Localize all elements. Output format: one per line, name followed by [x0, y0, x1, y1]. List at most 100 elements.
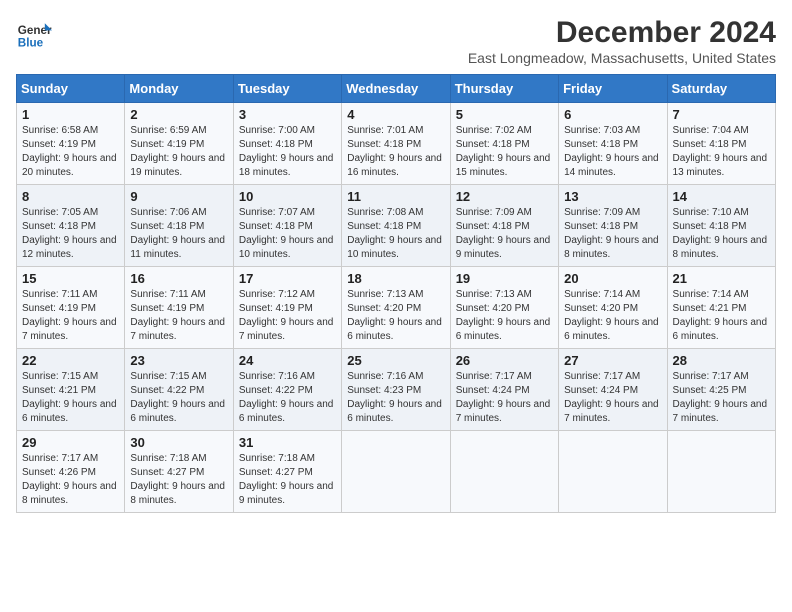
day-number: 21 — [673, 271, 770, 286]
day-info: Sunrise: 7:18 AMSunset: 4:27 PMDaylight:… — [239, 452, 336, 508]
title-area: December 2024 East Longmeadow, Massachus… — [468, 16, 776, 66]
calendar-cell: 10Sunrise: 7:07 AMSunset: 4:18 PMDayligh… — [233, 185, 341, 267]
calendar-cell — [450, 431, 558, 513]
day-info: Sunrise: 6:58 AMSunset: 4:19 PMDaylight:… — [22, 124, 119, 180]
day-info: Sunrise: 7:13 AMSunset: 4:20 PMDaylight:… — [347, 288, 444, 344]
calendar-cell: 15 Sunrise: 7:11 AMSunset: 4:19 PMDayligh… — [17, 267, 125, 349]
calendar-cell: 20 Sunrise: 7:14 AMSunset: 4:20 PMDayligh… — [559, 267, 667, 349]
column-header-sunday: Sunday — [17, 75, 125, 103]
day-info: Sunrise: 7:16 AMSunset: 4:22 PMDaylight:… — [239, 370, 336, 426]
column-header-monday: Monday — [125, 75, 233, 103]
day-number: 2 — [130, 107, 227, 122]
day-info: Sunrise: 7:11 AMSunset: 4:19 PMDaylight:… — [130, 288, 227, 344]
day-info: Sunrise: 7:10 AMSunset: 4:18 PMDaylight:… — [673, 206, 770, 262]
logo-icon: General Blue — [16, 16, 52, 52]
day-number: 20 — [564, 271, 661, 286]
calendar-cell: 4Sunrise: 7:01 AMSunset: 4:18 PMDaylight… — [342, 103, 450, 185]
day-number: 7 — [673, 107, 770, 122]
calendar-cell: 29Sunrise: 7:17 AMSunset: 4:26 PMDayligh… — [17, 431, 125, 513]
day-number: 8 — [22, 189, 119, 204]
day-number: 15 — [22, 271, 119, 286]
day-number: 11 — [347, 189, 444, 204]
day-info: Sunrise: 7:17 AMSunset: 4:24 PMDaylight:… — [564, 370, 661, 426]
column-header-wednesday: Wednesday — [342, 75, 450, 103]
column-header-tuesday: Tuesday — [233, 75, 341, 103]
column-header-saturday: Saturday — [667, 75, 775, 103]
day-info: Sunrise: 7:11 AMSunset: 4:19 PMDaylight:… — [22, 288, 119, 344]
calendar-cell: 27Sunrise: 7:17 AMSunset: 4:24 PMDayligh… — [559, 349, 667, 431]
day-info: Sunrise: 7:01 AMSunset: 4:18 PMDaylight:… — [347, 124, 444, 180]
day-info: Sunrise: 7:05 AMSunset: 4:18 PMDaylight:… — [22, 206, 119, 262]
calendar-cell: 3 Sunrise: 7:00 AMSunset: 4:18 PMDaylight… — [233, 103, 341, 185]
day-number: 16 — [130, 271, 227, 286]
day-info: Sunrise: 7:07 AMSunset: 4:18 PMDaylight:… — [239, 206, 336, 262]
day-info: Sunrise: 7:09 AMSunset: 4:18 PMDaylight:… — [456, 206, 553, 262]
day-info: Sunrise: 6:59 AMSunset: 4:19 PMDaylight:… — [130, 124, 227, 180]
day-number: 6 — [564, 107, 661, 122]
day-info: Sunrise: 7:17 AMSunset: 4:25 PMDaylight:… — [673, 370, 770, 426]
calendar-cell: 19Sunrise: 7:13 AMSunset: 4:20 PMDayligh… — [450, 267, 558, 349]
calendar-cell: 28 Sunrise: 7:17 AMSunset: 4:25 PMDayligh… — [667, 349, 775, 431]
calendar-cell: 9Sunrise: 7:06 AMSunset: 4:18 PMDaylight… — [125, 185, 233, 267]
calendar-cell — [559, 431, 667, 513]
day-info: Sunrise: 7:04 AMSunset: 4:18 PMDaylight:… — [673, 124, 770, 180]
column-header-friday: Friday — [559, 75, 667, 103]
calendar-subtitle: East Longmeadow, Massachusetts, United S… — [468, 50, 776, 66]
column-header-thursday: Thursday — [450, 75, 558, 103]
day-number: 28 — [673, 353, 770, 368]
day-info: Sunrise: 7:06 AMSunset: 4:18 PMDaylight:… — [130, 206, 227, 262]
calendar-cell — [342, 431, 450, 513]
day-number: 31 — [239, 435, 336, 450]
day-info: Sunrise: 7:15 AMSunset: 4:21 PMDaylight:… — [22, 370, 119, 426]
calendar-header-row: SundayMondayTuesdayWednesdayThursdayFrid… — [17, 75, 776, 103]
calendar-cell: 1 Sunrise: 6:58 AMSunset: 4:19 PMDaylight… — [17, 103, 125, 185]
day-number: 3 — [239, 107, 336, 122]
day-info: Sunrise: 7:15 AMSunset: 4:22 PMDaylight:… — [130, 370, 227, 426]
calendar-cell: 5Sunrise: 7:02 AMSunset: 4:18 PMDaylight… — [450, 103, 558, 185]
calendar-cell: 12 Sunrise: 7:09 AMSunset: 4:18 PMDayligh… — [450, 185, 558, 267]
day-info: Sunrise: 7:12 AMSunset: 4:19 PMDaylight:… — [239, 288, 336, 344]
calendar-cell: 25 Sunrise: 7:16 AMSunset: 4:23 PMDayligh… — [342, 349, 450, 431]
logo: General Blue — [16, 16, 52, 52]
calendar-cell: 2 Sunrise: 6:59 AMSunset: 4:19 PMDaylight… — [125, 103, 233, 185]
week-row-4: 22Sunrise: 7:15 AMSunset: 4:21 PMDayligh… — [17, 349, 776, 431]
calendar-cell: 16 Sunrise: 7:11 AMSunset: 4:19 PMDayligh… — [125, 267, 233, 349]
calendar-cell: 30 Sunrise: 7:18 AMSunset: 4:27 PMDayligh… — [125, 431, 233, 513]
day-info: Sunrise: 7:17 AMSunset: 4:26 PMDaylight:… — [22, 452, 119, 508]
day-number: 19 — [456, 271, 553, 286]
week-row-1: 1 Sunrise: 6:58 AMSunset: 4:19 PMDaylight… — [17, 103, 776, 185]
day-info: Sunrise: 7:18 AMSunset: 4:27 PMDaylight:… — [130, 452, 227, 508]
day-number: 12 — [456, 189, 553, 204]
day-info: Sunrise: 7:00 AMSunset: 4:18 PMDaylight:… — [239, 124, 336, 180]
calendar-cell: 31 Sunrise: 7:18 AMSunset: 4:27 PMDayligh… — [233, 431, 341, 513]
calendar-cell: 11 Sunrise: 7:08 AMSunset: 4:18 PMDayligh… — [342, 185, 450, 267]
calendar-cell: 24 Sunrise: 7:16 AMSunset: 4:22 PMDayligh… — [233, 349, 341, 431]
calendar-body: 1 Sunrise: 6:58 AMSunset: 4:19 PMDaylight… — [17, 103, 776, 513]
week-row-2: 8 Sunrise: 7:05 AMSunset: 4:18 PMDaylight… — [17, 185, 776, 267]
header: General Blue December 2024 East Longmead… — [16, 16, 776, 66]
calendar-cell: 23 Sunrise: 7:15 AMSunset: 4:22 PMDayligh… — [125, 349, 233, 431]
day-number: 18 — [347, 271, 444, 286]
day-number: 25 — [347, 353, 444, 368]
calendar-cell: 22Sunrise: 7:15 AMSunset: 4:21 PMDayligh… — [17, 349, 125, 431]
day-number: 23 — [130, 353, 227, 368]
day-info: Sunrise: 7:14 AMSunset: 4:20 PMDaylight:… — [564, 288, 661, 344]
calendar-cell: 6Sunrise: 7:03 AMSunset: 4:18 PMDaylight… — [559, 103, 667, 185]
day-number: 1 — [22, 107, 119, 122]
day-number: 30 — [130, 435, 227, 450]
day-number: 14 — [673, 189, 770, 204]
calendar-cell: 18 Sunrise: 7:13 AMSunset: 4:20 PMDayligh… — [342, 267, 450, 349]
day-info: Sunrise: 7:14 AMSunset: 4:21 PMDaylight:… — [673, 288, 770, 344]
day-number: 24 — [239, 353, 336, 368]
calendar-cell: 26Sunrise: 7:17 AMSunset: 4:24 PMDayligh… — [450, 349, 558, 431]
day-number: 17 — [239, 271, 336, 286]
svg-text:Blue: Blue — [18, 37, 44, 50]
calendar-cell: 13 Sunrise: 7:09 AMSunset: 4:18 PMDayligh… — [559, 185, 667, 267]
day-info: Sunrise: 7:09 AMSunset: 4:18 PMDaylight:… — [564, 206, 661, 262]
calendar-cell: 21 Sunrise: 7:14 AMSunset: 4:21 PMDayligh… — [667, 267, 775, 349]
day-number: 26 — [456, 353, 553, 368]
calendar-title: December 2024 — [468, 16, 776, 50]
day-info: Sunrise: 7:16 AMSunset: 4:23 PMDaylight:… — [347, 370, 444, 426]
day-number: 13 — [564, 189, 661, 204]
day-info: Sunrise: 7:08 AMSunset: 4:18 PMDaylight:… — [347, 206, 444, 262]
